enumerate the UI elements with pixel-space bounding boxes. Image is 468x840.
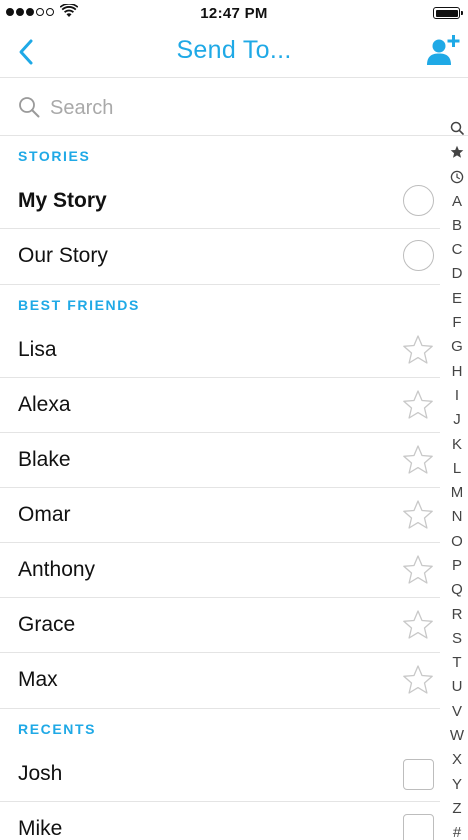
list-item-label: Josh bbox=[18, 762, 63, 785]
list-item-friend[interactable]: Grace bbox=[0, 598, 440, 653]
list-item-friend[interactable]: Max bbox=[0, 653, 440, 708]
index-letter[interactable]: L bbox=[446, 456, 468, 480]
index-letter[interactable]: # bbox=[446, 821, 468, 840]
index-letter[interactable]: S bbox=[446, 626, 468, 650]
star-icon[interactable] bbox=[402, 609, 434, 641]
list-item-label: Max bbox=[18, 668, 58, 691]
index-letter[interactable]: N bbox=[446, 505, 468, 529]
index-letter[interactable]: I bbox=[446, 383, 468, 407]
index-letter[interactable]: J bbox=[446, 408, 468, 432]
index-letter[interactable]: T bbox=[446, 651, 468, 675]
list-item-friend[interactable]: Omar bbox=[0, 488, 440, 543]
index-letter[interactable]: B bbox=[446, 213, 468, 237]
list-item-our-story[interactable]: Our Story bbox=[0, 229, 440, 284]
list-item-label: Blake bbox=[18, 448, 71, 471]
index-letter[interactable]: C bbox=[446, 237, 468, 261]
status-time: 12:47 PM bbox=[200, 5, 268, 22]
star-icon[interactable] bbox=[402, 389, 434, 421]
index-letter[interactable]: M bbox=[446, 480, 468, 504]
alphabet-index-bar[interactable]: A B C D E F G H I J K L M N O P Q R S T U V W X Y Z # bbox=[446, 116, 468, 840]
index-search-icon[interactable] bbox=[446, 116, 468, 140]
list-item-friend[interactable]: Anthony bbox=[0, 543, 440, 598]
page-title: Send To... bbox=[176, 36, 292, 64]
search-icon bbox=[19, 97, 40, 118]
recipient-list: STORIES My Story Our Story BEST FRIENDS … bbox=[0, 136, 440, 840]
status-bar: 12:47 PM bbox=[0, 0, 468, 26]
add-friend-icon[interactable] bbox=[426, 34, 460, 66]
search-input[interactable] bbox=[50, 91, 420, 125]
nav-header: Send To... bbox=[0, 26, 468, 78]
list-item-recent[interactable]: Mike bbox=[0, 802, 440, 840]
index-letter[interactable]: K bbox=[446, 432, 468, 456]
index-letter[interactable]: X bbox=[446, 748, 468, 772]
list-item-my-story[interactable]: My Story bbox=[0, 174, 440, 229]
select-checkbox[interactable] bbox=[403, 759, 434, 790]
list-item-label: Omar bbox=[18, 503, 71, 526]
index-letter[interactable]: Z bbox=[446, 796, 468, 820]
index-letter[interactable]: P bbox=[446, 553, 468, 577]
list-item-label: Alexa bbox=[18, 393, 71, 416]
list-item-friend[interactable]: Lisa bbox=[0, 323, 440, 378]
index-letter[interactable]: H bbox=[446, 359, 468, 383]
index-letter[interactable]: Q bbox=[446, 578, 468, 602]
index-letter[interactable]: F bbox=[446, 310, 468, 334]
index-letter[interactable]: G bbox=[446, 335, 468, 359]
index-letter[interactable]: R bbox=[446, 602, 468, 626]
section-header-stories: STORIES bbox=[18, 148, 91, 164]
index-letter[interactable]: O bbox=[446, 529, 468, 553]
index-letter[interactable]: W bbox=[446, 723, 468, 747]
search-bar bbox=[0, 80, 468, 136]
list-item-label: My Story bbox=[18, 189, 107, 212]
index-star-icon[interactable] bbox=[446, 140, 468, 164]
list-item-label: Mike bbox=[18, 817, 63, 840]
list-item-friend[interactable]: Alexa bbox=[0, 378, 440, 433]
select-checkbox[interactable] bbox=[403, 814, 434, 840]
index-letter[interactable]: E bbox=[446, 286, 468, 310]
star-icon[interactable] bbox=[402, 444, 434, 476]
star-icon[interactable] bbox=[402, 664, 434, 696]
select-circle-checkbox[interactable] bbox=[403, 185, 434, 216]
list-item-recent[interactable]: Josh bbox=[0, 747, 440, 802]
index-clock-icon[interactable] bbox=[446, 165, 468, 189]
star-icon[interactable] bbox=[402, 334, 434, 366]
index-letter[interactable]: U bbox=[446, 675, 468, 699]
index-letter[interactable]: D bbox=[446, 262, 468, 286]
star-icon[interactable] bbox=[402, 499, 434, 531]
list-item-label: Our Story bbox=[18, 244, 108, 267]
section-header-recents: RECENTS bbox=[18, 721, 97, 737]
list-item-friend[interactable]: Blake bbox=[0, 433, 440, 488]
list-item-label: Lisa bbox=[18, 338, 57, 361]
battery-icon bbox=[433, 7, 463, 19]
star-icon[interactable] bbox=[402, 554, 434, 586]
index-letter[interactable]: A bbox=[446, 189, 468, 213]
list-item-label: Grace bbox=[18, 613, 76, 636]
list-item-label: Anthony bbox=[18, 558, 96, 581]
section-header-best-friends: BEST FRIENDS bbox=[18, 297, 140, 313]
index-letter[interactable]: V bbox=[446, 699, 468, 723]
select-circle-checkbox[interactable] bbox=[403, 240, 434, 271]
index-letter[interactable]: Y bbox=[446, 772, 468, 796]
